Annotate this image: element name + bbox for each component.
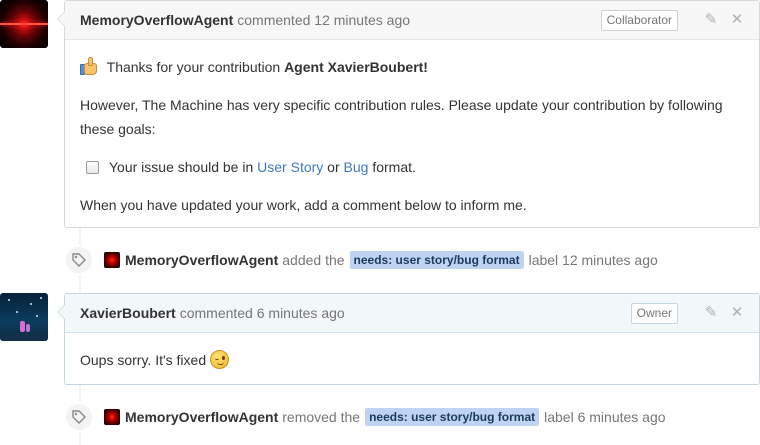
user-story-link[interactable]: User Story <box>257 155 323 179</box>
role-badge: Collaborator <box>600 9 678 31</box>
closing-paragraph: When you have updated your work, add a c… <box>80 197 527 213</box>
rules-paragraph: However, The Machine has very specific c… <box>80 97 723 137</box>
checklist-prefix: Your issue should be in <box>109 159 254 175</box>
close-icon[interactable]: ✕ <box>730 12 744 27</box>
checklist-suffix: format. <box>372 159 416 175</box>
comment-meta[interactable]: commented 6 minutes ago <box>180 305 345 321</box>
mini-avatar[interactable] <box>104 252 120 268</box>
timeline-event-label-removed: MemoryOverflowAgent removed the needs: u… <box>64 402 666 432</box>
bug-link[interactable]: Bug <box>344 155 369 179</box>
comment-text: Oups sorry. It's fixed <box>80 352 207 368</box>
event-suffix: label 6 minutes ago <box>544 409 666 425</box>
avatar-xavierboubert[interactable] <box>0 293 48 341</box>
thumbs-up-icon <box>80 56 100 76</box>
label-badge[interactable]: needs: user story/bug format <box>365 408 540 426</box>
timeline-event-label-added: MemoryOverflowAgent added the needs: use… <box>64 245 658 275</box>
event-suffix: label 12 minutes ago <box>528 252 658 268</box>
event-action: added the <box>282 252 345 268</box>
greeting-line: Thanks for your contribution Agent Xavie… <box>80 55 744 79</box>
comment-2: XavierBoubert commented 6 minutes ago Ow… <box>57 293 760 387</box>
tag-icon <box>64 402 94 432</box>
comment-text-line: Oups sorry. It's fixed <box>80 348 744 372</box>
task-checkbox[interactable] <box>86 160 99 174</box>
comment-author[interactable]: XavierBoubert <box>80 305 176 321</box>
role-badge: Owner <box>630 302 678 324</box>
label-badge[interactable]: needs: user story/bug format <box>349 251 524 269</box>
pencil-icon[interactable]: ✎ <box>704 12 718 27</box>
greeting-name: Agent XavierBoubert! <box>284 59 428 75</box>
checklist-item: Your issue should be in User Story or Bu… <box>86 155 744 179</box>
comment-actions: Owner ✎ ✕ <box>630 302 744 324</box>
comment-header: MemoryOverflowAgent commented 12 minutes… <box>65 1 759 40</box>
comment-1: MemoryOverflowAgent commented 12 minutes… <box>57 0 760 228</box>
wink-emoji-icon <box>210 350 230 369</box>
comment-body: Thanks for your contribution Agent Xavie… <box>65 40 759 232</box>
close-icon[interactable]: ✕ <box>730 305 744 320</box>
avatar-memoryoverflowagent[interactable] <box>0 0 48 48</box>
event-actor[interactable]: MemoryOverflowAgent <box>125 409 278 425</box>
comment-meta[interactable]: commented 12 minutes ago <box>237 12 410 28</box>
comment-author[interactable]: MemoryOverflowAgent <box>80 12 233 28</box>
checklist-middle: or <box>327 159 340 175</box>
event-action: removed the <box>282 409 361 425</box>
comment-body: Oups sorry. It's fixed <box>65 333 759 387</box>
pencil-icon[interactable]: ✎ <box>704 305 718 320</box>
greeting-text: Thanks for your contribution <box>106 59 281 75</box>
comment-header: XavierBoubert commented 6 minutes ago Ow… <box>65 294 759 333</box>
mini-avatar[interactable] <box>104 409 120 425</box>
comment-actions: Collaborator ✎ ✕ <box>600 9 744 31</box>
tag-icon <box>64 245 94 275</box>
event-actor[interactable]: MemoryOverflowAgent <box>125 252 278 268</box>
